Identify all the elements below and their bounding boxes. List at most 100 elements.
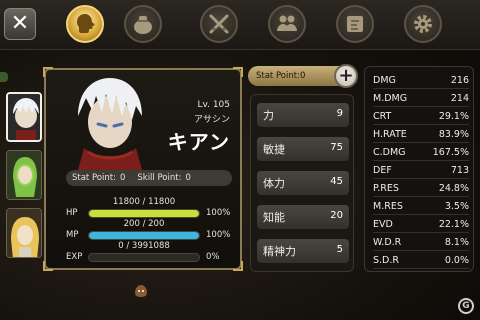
edge-decoration: [0, 72, 8, 82]
mp-track: [88, 231, 200, 240]
stat-row: CRT 29.1%: [369, 109, 471, 125]
stat-point-value: 0: [119, 173, 126, 183]
portrait-character-3[interactable]: [6, 208, 42, 258]
stat-value: 0.0%: [444, 255, 469, 266]
mp-fill: [89, 232, 199, 239]
attr-stat-point-value: 0: [299, 71, 306, 81]
character-level: Lv. 105: [197, 100, 230, 110]
stat-name: M.DMG: [373, 93, 408, 104]
stat-value: 22.1%: [438, 219, 469, 230]
tab-items[interactable]: [124, 5, 162, 43]
stat-row: DMG 216: [369, 73, 471, 89]
close-button[interactable]: ✕: [4, 8, 36, 40]
tab-skills[interactable]: [200, 5, 238, 43]
stat-name: S.D.R: [373, 255, 399, 266]
character-portrait-image: [7, 151, 41, 199]
stat-divider: [373, 268, 469, 269]
mp-label: MP: [66, 230, 79, 240]
quest-scroll-icon: [347, 16, 363, 32]
panel-corner: [43, 67, 53, 77]
hp-label: HP: [66, 208, 78, 218]
stat-divider: [373, 124, 469, 125]
attribute-row-agility[interactable]: 敏捷 75: [257, 137, 349, 161]
character-portrait-image: [7, 209, 41, 257]
stat-divider: [373, 160, 469, 161]
add-stat-point-button[interactable]: +: [334, 64, 358, 88]
attribute-stat-point: Stat Point:0: [248, 66, 340, 86]
stat-name: W.D.R: [373, 237, 402, 248]
attribute-name: 体力: [263, 177, 285, 190]
gear-icon: [414, 15, 432, 33]
character-status-screen: ✕ Lv. 105 アサシン キアン Stat Point: 0 Skill P…: [0, 0, 480, 320]
attribute-row-vitality[interactable]: 体力 45: [257, 171, 349, 195]
stat-name: DMG: [373, 75, 396, 86]
hp-track: [88, 209, 200, 218]
attribute-name: 力: [263, 109, 274, 122]
exp-percent: 0%: [206, 252, 220, 262]
stat-row: C.DMG 167.5%: [369, 145, 471, 161]
combat-stats-panel: DMG 216 M.DMG 214 CRT 29.1% H.RATE 83.9% C.DMG 16…: [364, 66, 474, 272]
stat-name: EVD: [373, 219, 393, 230]
exp-track: [88, 253, 200, 262]
attribute-row-spirit[interactable]: 精神力 5: [257, 239, 349, 263]
portrait-character-1[interactable]: [6, 92, 42, 142]
stat-row: M.RES 3.5%: [369, 199, 471, 215]
stat-name: C.DMG: [373, 147, 406, 158]
attribute-value: 5: [336, 244, 343, 255]
watermark-logo-icon: G: [458, 298, 474, 314]
tab-settings[interactable]: [404, 5, 442, 43]
stat-name: CRT: [373, 111, 392, 122]
attribute-row-strength[interactable]: 力 9: [257, 103, 349, 127]
portrait-character-2[interactable]: [6, 150, 42, 200]
stat-divider: [373, 88, 469, 89]
attribute-row-intelligence[interactable]: 知能 20: [257, 205, 349, 229]
stat-row: EVD 22.1%: [369, 217, 471, 233]
character-job: アサシン: [193, 115, 230, 125]
attribute-value: 45: [330, 176, 343, 187]
stat-value: 3.5%: [444, 201, 469, 212]
attribute-name: 知能: [263, 211, 285, 224]
attr-stat-point-label: Stat Point:: [256, 71, 300, 81]
tab-status[interactable]: [66, 5, 104, 43]
stat-row: M.DMG 214: [369, 91, 471, 107]
party-group-icon: [277, 15, 297, 31]
stat-name: DEF: [373, 165, 392, 176]
stat-name: M.RES: [373, 201, 403, 212]
attribute-name: 敏捷: [263, 143, 285, 156]
stat-value: 713: [450, 165, 469, 176]
stat-divider: [373, 250, 469, 251]
hp-value: 11800 / 11800: [112, 197, 176, 207]
stat-divider: [373, 106, 469, 107]
item-bag-icon: [134, 16, 152, 34]
panel-corner: [233, 261, 243, 271]
stat-point-label: Stat Point:: [72, 173, 116, 183]
stat-value: 83.9%: [438, 129, 469, 140]
exp-value: 0 / 3991088: [118, 241, 170, 251]
stat-divider: [373, 214, 469, 215]
character-full-portrait: [78, 78, 142, 170]
stat-value: 214: [450, 93, 469, 104]
exp-label: EXP: [66, 252, 83, 262]
panel-corner: [43, 261, 53, 271]
attributes-panel: Stat Point:0 + 力 9 敏捷 75 体力 45 知能 20 精神力…: [248, 64, 360, 272]
creature-icon: [135, 285, 147, 297]
character-portrait-image: [8, 94, 40, 140]
stat-row: H.RATE 83.9%: [369, 127, 471, 143]
mp-percent: 100%: [206, 230, 231, 240]
stat-divider: [373, 196, 469, 197]
attribute-name: 精神力: [263, 245, 296, 258]
head-profile-icon: [77, 14, 95, 33]
stat-value: 167.5%: [432, 147, 469, 158]
stat-row: P.RES 24.8%: [369, 181, 471, 197]
hp-fill: [89, 210, 199, 217]
mp-value: 200 / 200: [123, 219, 165, 229]
stat-name: P.RES: [373, 183, 399, 194]
stat-divider: [373, 142, 469, 143]
stat-value: 29.1%: [438, 111, 469, 122]
tab-party[interactable]: [268, 5, 306, 43]
skill-point-value: 0: [185, 173, 191, 183]
stat-name: H.RATE: [373, 129, 407, 140]
stat-row: DEF 713: [369, 163, 471, 179]
tab-quests[interactable]: [336, 5, 374, 43]
stat-value: 24.8%: [438, 183, 469, 194]
